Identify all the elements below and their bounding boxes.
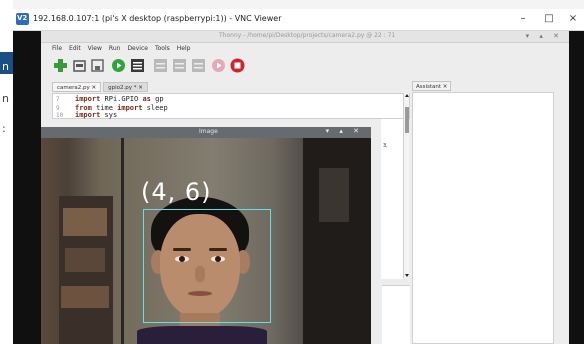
save-icon[interactable] bbox=[90, 58, 105, 73]
person-shirt bbox=[137, 326, 267, 344]
remote-desktop-right-edge bbox=[569, 31, 584, 344]
background-wall-item bbox=[319, 168, 349, 222]
tab-assistant[interactable]: Assistant ✕ bbox=[412, 81, 452, 91]
line-number: 7 bbox=[56, 96, 60, 103]
camera-feed: (4, 6) bbox=[41, 138, 371, 344]
resume-icon[interactable] bbox=[211, 58, 226, 73]
assistant-pane[interactable] bbox=[412, 92, 554, 344]
background-shelf-item bbox=[61, 286, 109, 308]
menu-device[interactable]: Device bbox=[127, 43, 148, 54]
thonny-title: Thonny - /home/pi/Desktop/projects/camer… bbox=[219, 32, 396, 39]
thonny-window: Thonny - /home/pi/Desktop/projects/camer… bbox=[41, 31, 569, 344]
scrollbar-thumb[interactable] bbox=[405, 107, 409, 133]
step-into-icon[interactable] bbox=[172, 58, 187, 73]
menu-help[interactable]: Help bbox=[177, 43, 191, 54]
editor-scrollbar[interactable] bbox=[403, 93, 409, 278]
remote-desktop[interactable]: Thonny - /home/pi/Desktop/projects/camer… bbox=[13, 31, 584, 344]
step-out-icon[interactable] bbox=[191, 58, 206, 73]
run-icon[interactable] bbox=[111, 58, 126, 73]
image-window-title-bar[interactable]: Image ▾ ▴ ✕ bbox=[41, 127, 371, 138]
face-coordinate-label: (4, 6) bbox=[141, 178, 212, 206]
host-desktop-strip: n n : bbox=[0, 0, 13, 344]
code-keyword: import bbox=[75, 111, 101, 119]
background-pole bbox=[121, 138, 124, 344]
background-shelf-item bbox=[65, 248, 105, 272]
vnc-title-bar[interactable]: 192.168.0.107:1 (pi's X desktop (raspber… bbox=[13, 9, 584, 31]
code-text: sys bbox=[100, 111, 118, 119]
code-line: import sys bbox=[75, 111, 117, 119]
code-editor[interactable]: 7 import RPi.GPIO as gp 9 from time impo… bbox=[52, 93, 410, 119]
thonny-window-controls[interactable]: ▾ ▴ ✕ bbox=[526, 32, 563, 40]
minimize-button[interactable]: – bbox=[512, 11, 534, 27]
menu-file[interactable]: File bbox=[52, 43, 62, 54]
scroll-up-icon[interactable] bbox=[405, 94, 409, 97]
tab-gpio2[interactable]: gpio2.py * ✕ bbox=[103, 82, 148, 92]
menu-run[interactable]: Run bbox=[109, 43, 121, 54]
editor-fragment: 3, bbox=[383, 143, 388, 149]
image-window-controls[interactable]: ▾ ▴ ✕ bbox=[326, 127, 363, 135]
host-text-fragment: n bbox=[2, 60, 9, 73]
host-text-fragment: : bbox=[2, 122, 6, 135]
line-number: 10 bbox=[56, 112, 64, 119]
line-number: 9 bbox=[56, 105, 60, 112]
menu-view[interactable]: View bbox=[88, 43, 102, 54]
code-keyword: import bbox=[117, 104, 143, 112]
folder-icon[interactable] bbox=[72, 58, 87, 73]
vnc-window-title: 192.168.0.107:1 (pi's X desktop (raspber… bbox=[33, 14, 282, 23]
background-shelf-item bbox=[63, 208, 107, 236]
menu-edit[interactable]: Edit bbox=[69, 43, 81, 54]
menu-bar: File Edit View Run Device Tools Help bbox=[41, 43, 569, 54]
close-button[interactable]: × bbox=[562, 11, 584, 27]
code-text: gp bbox=[150, 95, 164, 103]
remote-desktop-left-edge bbox=[13, 31, 41, 344]
vnc-app-icon bbox=[16, 13, 29, 25]
editor-tabs: camera2.py ✕ gpio2.py * ✕ bbox=[52, 82, 148, 92]
menu-tools[interactable]: Tools bbox=[155, 43, 170, 54]
maximize-button[interactable]: □ bbox=[538, 11, 560, 27]
code-text: sleep bbox=[142, 104, 168, 112]
step-over-icon[interactable] bbox=[153, 58, 168, 73]
image-window-title: Image bbox=[199, 128, 218, 135]
shell-pane[interactable] bbox=[382, 285, 410, 344]
code-text: RPi.GPIO bbox=[100, 95, 143, 103]
face-bounding-box bbox=[143, 209, 271, 323]
debug-icon[interactable] bbox=[130, 58, 145, 73]
tab-camera2[interactable]: camera2.py ✕ bbox=[52, 82, 102, 92]
code-keyword: import bbox=[75, 95, 101, 103]
code-keyword: as bbox=[142, 95, 151, 103]
scroll-down-icon[interactable] bbox=[405, 274, 409, 277]
toolbar bbox=[41, 56, 569, 76]
host-text-fragment: n bbox=[2, 92, 9, 105]
plus-icon[interactable] bbox=[53, 58, 68, 73]
screenshot-root: n n : 192.168.0.107:1 (pi's X desktop (r… bbox=[0, 0, 584, 344]
stop-icon[interactable] bbox=[230, 58, 245, 73]
code-line: import RPi.GPIO as gp bbox=[75, 95, 164, 103]
thonny-title-bar[interactable]: Thonny - /home/pi/Desktop/projects/camer… bbox=[41, 31, 569, 43]
image-window: Image ▾ ▴ ✕ (4, 6) bbox=[41, 127, 371, 344]
